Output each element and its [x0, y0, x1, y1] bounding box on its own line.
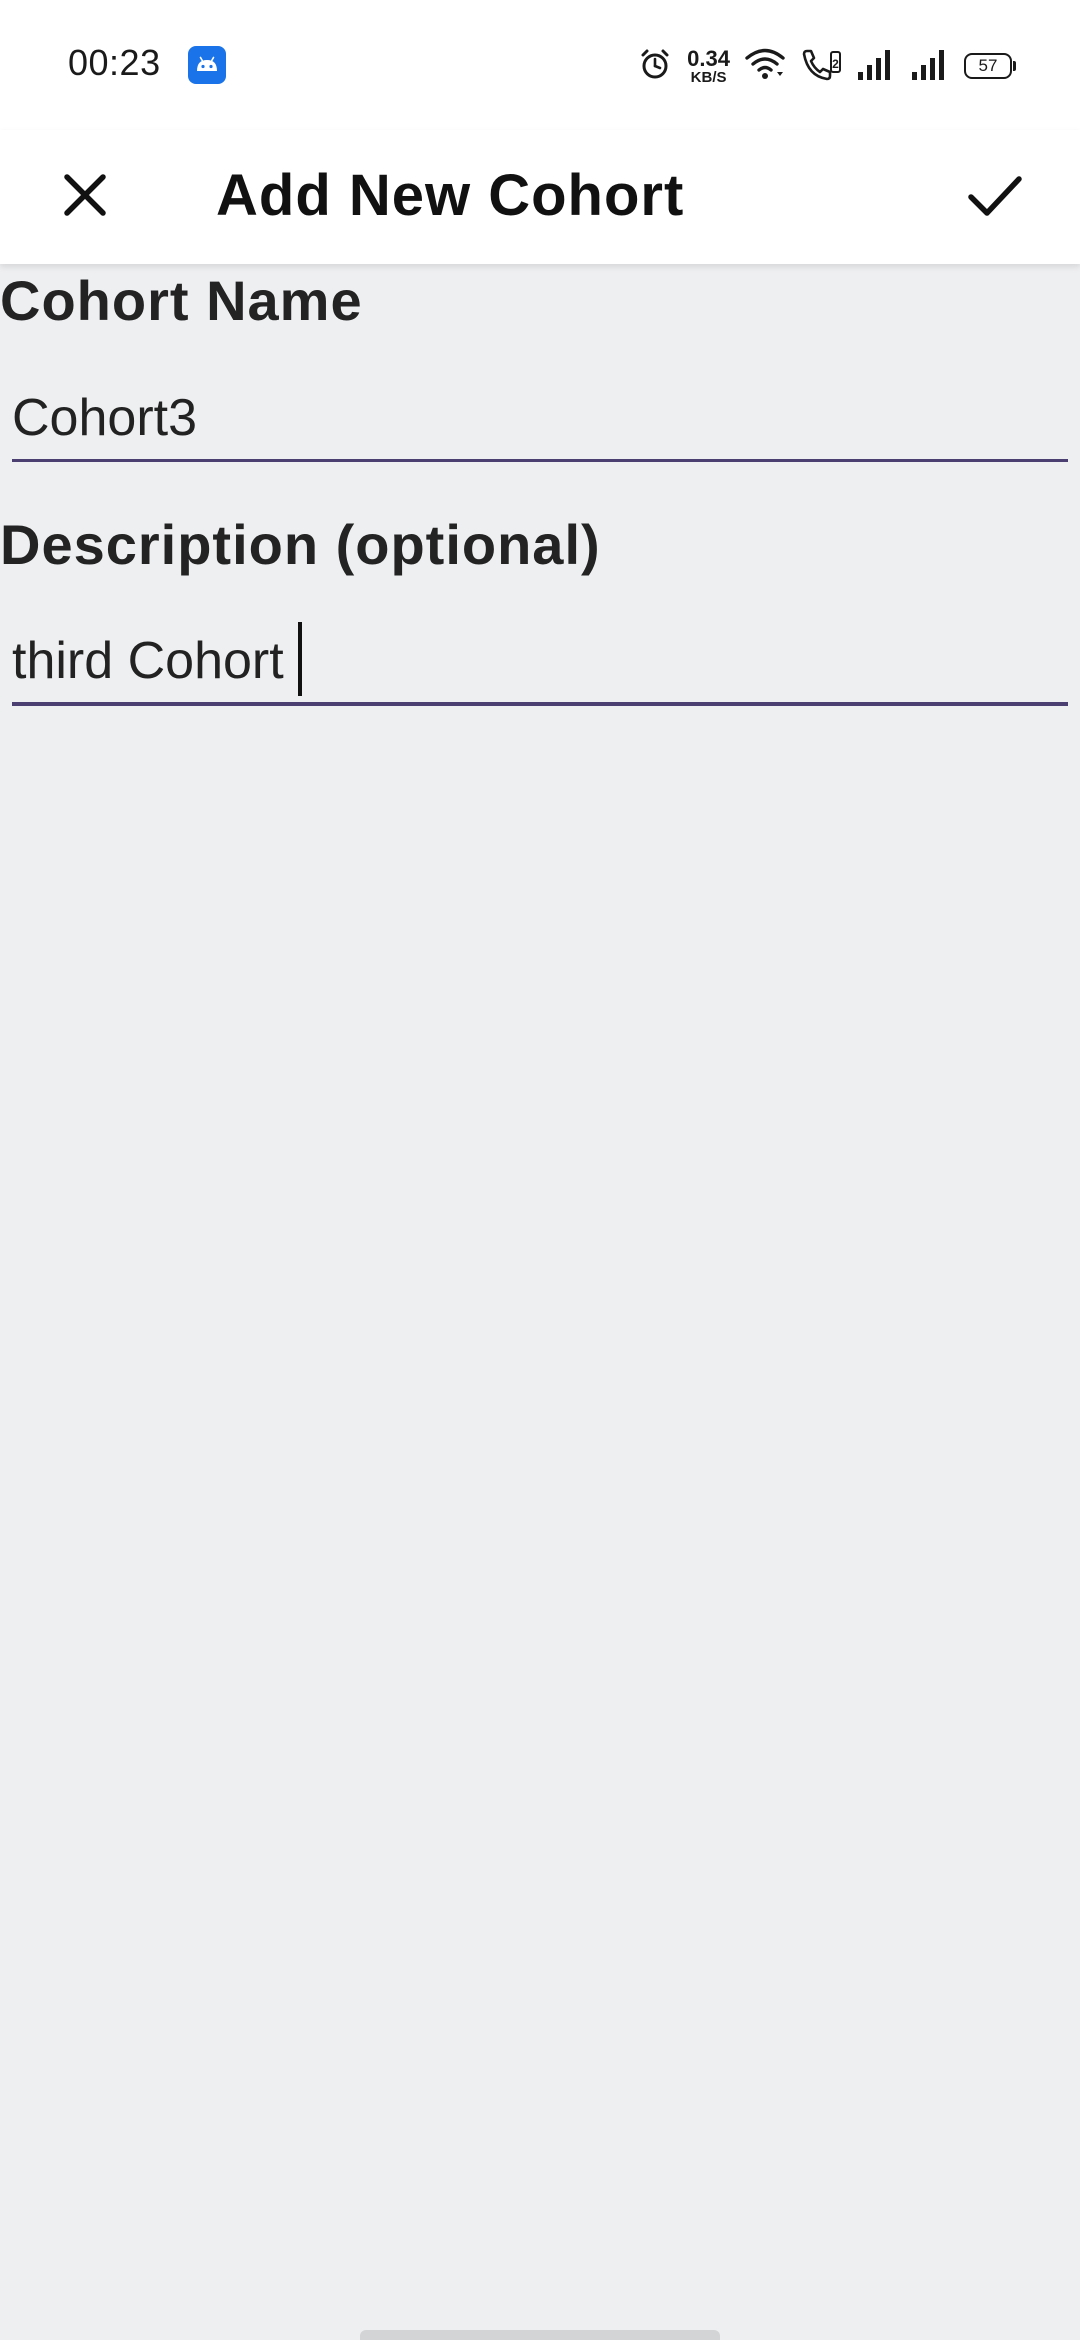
close-button[interactable]: [44, 156, 126, 238]
description-field[interactable]: [12, 620, 1068, 706]
cohort-name-input[interactable]: [12, 376, 1068, 459]
android-notification-icon: [188, 46, 226, 84]
status-bar: 00:23 0.34 KB/S 2 57: [0, 0, 1080, 130]
page-title: Add New Cohort: [216, 163, 685, 228]
signal-icon: [856, 46, 896, 87]
app-bar: Add New Cohort: [0, 130, 1080, 264]
status-time: 00:23: [68, 42, 161, 83]
net-speed: 0.34 KB/S: [687, 45, 730, 86]
volte-call-icon: 2: [800, 46, 842, 87]
home-indicator[interactable]: [360, 2330, 720, 2340]
check-icon: [965, 169, 1025, 226]
close-icon: [59, 169, 111, 226]
wifi-icon: [744, 46, 786, 87]
signal-icon: [910, 46, 950, 87]
battery-icon: 57: [964, 53, 1016, 79]
svg-text:2: 2: [832, 57, 839, 71]
alarm-icon: [637, 46, 673, 87]
description-label: Description (optional): [0, 513, 601, 576]
net-speed-unit: KB/S: [690, 68, 727, 86]
status-icons: 0.34 KB/S 2 57: [637, 44, 1016, 88]
description-input[interactable]: [12, 620, 1068, 702]
net-speed-value: 0.34: [687, 45, 730, 71]
confirm-button[interactable]: [954, 156, 1036, 238]
battery-level: 57: [978, 56, 998, 75]
cohort-name-field[interactable]: [12, 376, 1068, 462]
text-cursor: [298, 622, 302, 696]
cohort-name-label: Cohort Name: [0, 269, 363, 332]
